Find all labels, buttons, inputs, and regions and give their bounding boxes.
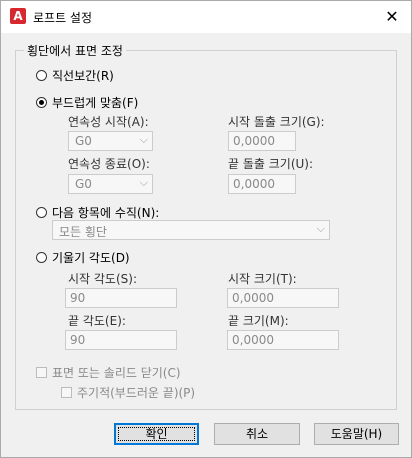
start-magnitude-value: 0,0000 [232,291,274,305]
normal-to-radio-indicator [36,207,47,218]
start-angle-field[interactable]: 90 [65,288,177,308]
end-continuity-value: G0 [75,177,92,191]
autocad-app-icon: A [10,8,26,24]
ok-button[interactable]: 확인 [114,423,199,445]
normal-to-radio[interactable]: 다음 항목에 수직(N): [36,204,159,221]
smooth-fit-radio[interactable]: 부드럽게 맞춤(F) [36,94,138,111]
smooth-fit-label: 부드럽게 맞춤(F) [52,96,139,110]
chevron-down-icon: ⌵ [139,176,148,189]
smooth-fit-radio-indicator [36,97,47,108]
start-magnitude-label: 시작 크기(T): [228,272,297,286]
ruled-label: 직선보간(R) [52,69,114,83]
start-continuity-select[interactable]: G0 ⌵ [68,131,153,151]
draft-angles-label: 기울기 각도(D) [52,251,130,265]
ruled-radio-indicator [36,70,47,81]
end-magnitude-value: 0,0000 [232,333,274,347]
normal-to-label: 다음 항목에 수직(N): [52,206,160,220]
periodic-label: 주기적(부드러운 끝)(P) [77,386,196,400]
close-surface-checkbox[interactable]: 표면 또는 솔리드 닫기(C) [36,364,181,381]
start-angle-label: 시작 각도(S): [68,272,137,286]
cancel-label: 취소 [245,427,269,441]
draft-angles-radio[interactable]: 기울기 각도(D) [36,249,130,266]
start-bulge-value: 0,0000 [233,134,275,148]
normal-to-select[interactable]: 모든 횡단 ⌵ [52,220,330,240]
end-bulge-value: 0,0000 [233,177,275,191]
start-continuity-value: G0 [75,134,92,148]
end-bulge-field[interactable]: 0,0000 [228,174,296,194]
close-button[interactable]: ✕ [373,1,411,33]
end-continuity-select[interactable]: G0 ⌵ [68,174,153,194]
end-magnitude-field[interactable]: 0,0000 [227,330,339,350]
chevron-down-icon: ⌵ [139,133,148,146]
window-title: 로프트 설정 [33,11,93,25]
periodic-checkbox-box [61,387,72,398]
close-surface-label: 표면 또는 솔리드 닫기(C) [52,366,181,380]
end-magnitude-label: 끝 크기(M): [228,314,289,328]
end-bulge-label: 끝 돌출 크기(U): [228,157,314,171]
start-magnitude-field[interactable]: 0,0000 [227,288,339,308]
ruled-radio[interactable]: 직선보간(R) [36,67,114,84]
cancel-button[interactable]: 취소 [214,423,300,445]
ok-label: 확인 [118,427,195,441]
help-button[interactable]: 도움말(H) [314,423,399,445]
draft-angles-radio-indicator [36,252,47,263]
close-surface-checkbox-box [36,367,47,378]
help-label: 도움말(H) [330,427,383,441]
title-bar: A 로프트 설정 ✕ [1,1,411,33]
start-angle-value: 90 [70,291,86,305]
periodic-checkbox[interactable]: 주기적(부드러운 끝)(P) [61,384,195,401]
start-continuity-label: 연속성 시작(A): [68,115,149,129]
end-continuity-label: 연속성 종료(O): [68,157,150,171]
normal-to-value: 모든 횡단 [59,225,107,239]
close-icon: ✕ [385,7,399,26]
end-angle-label: 끝 각도(E): [68,314,126,328]
start-bulge-field[interactable]: 0,0000 [228,131,296,151]
start-bulge-label: 시작 돌출 크기(G): [228,115,325,129]
end-angle-field[interactable]: 90 [65,330,177,350]
group-legend: 횡단에서 표면 조정 [24,42,126,59]
end-angle-value: 90 [70,333,86,347]
chevron-down-icon: ⌵ [316,222,325,235]
